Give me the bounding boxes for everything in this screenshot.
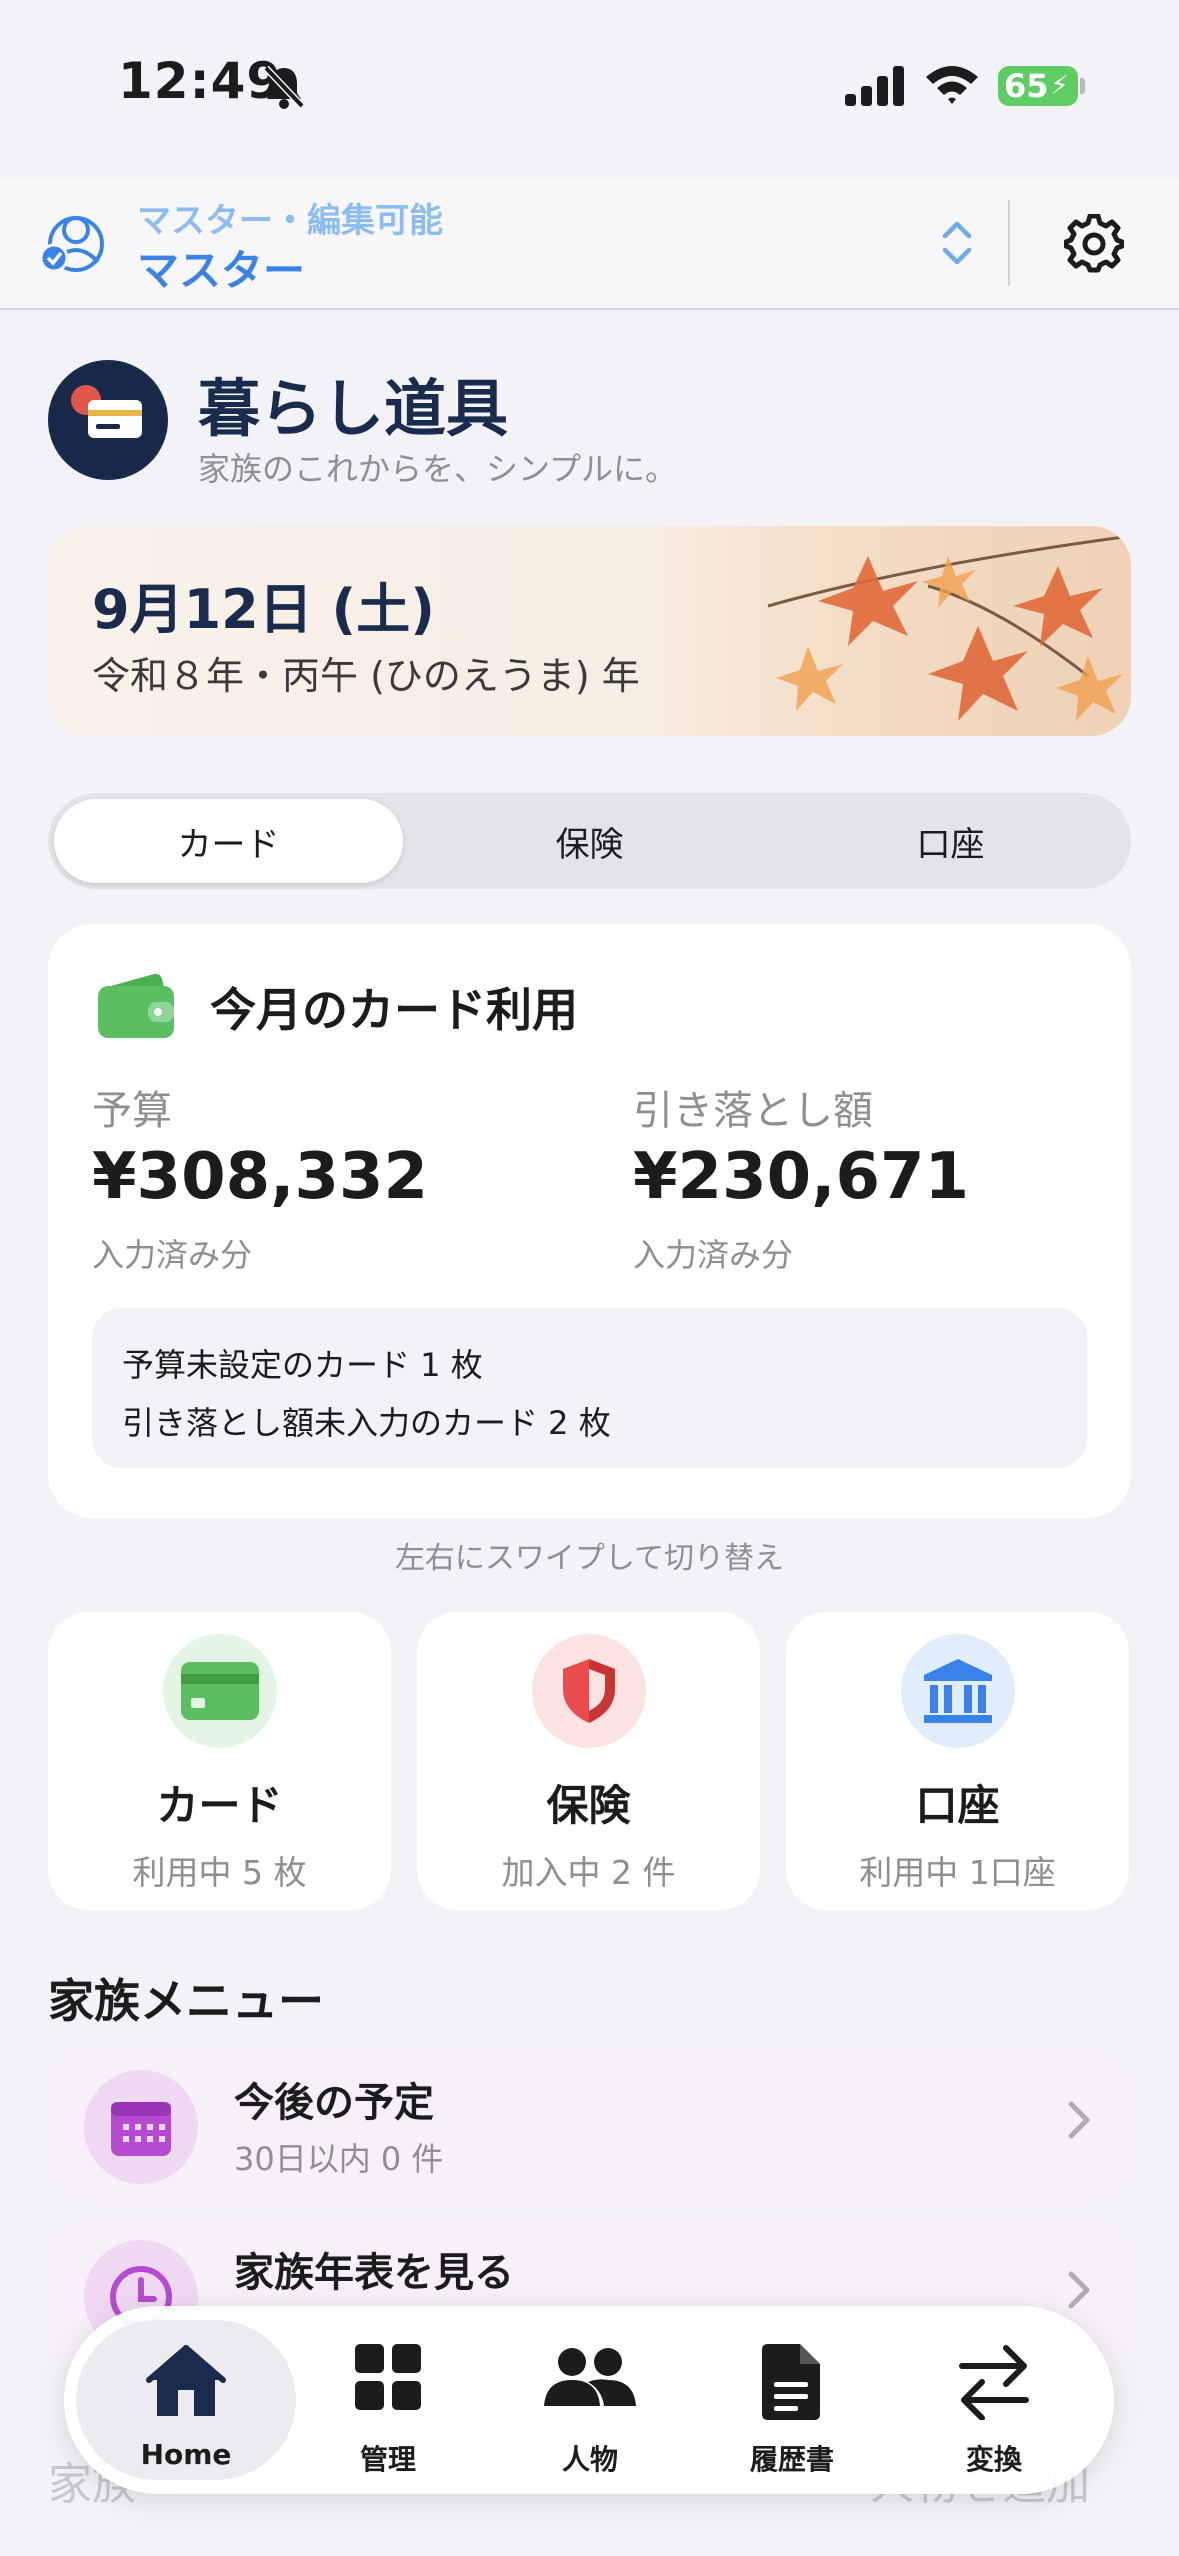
menu-upcoming-schedule[interactable]: 今後の予定 30日以内 0 件 <box>48 2048 1131 2204</box>
debit-note: 入力済み分 <box>633 1236 794 1274</box>
app-tagline: 家族のこれからを、シンプルに。 <box>198 450 678 488</box>
mode-subtitle: マスター・編集可能 <box>137 201 443 241</box>
family-menu-title: 家族メニュー <box>48 1974 324 2028</box>
calendar-icon-bg <box>84 2070 198 2184</box>
tile-account-count: 利用中 1口座 <box>859 1853 1056 1892</box>
chevron-right-icon <box>1068 2101 1090 2139</box>
arrows-icon <box>959 2345 1029 2420</box>
people-icon <box>544 2348 636 2406</box>
alert-no-debit: 引き落とし額未入力のカード 2 枚 <box>122 1404 611 1442</box>
app-title: 暮らし道具 <box>198 372 509 445</box>
tab-manage[interactable]: 管理 <box>288 2306 488 2494</box>
charging-bolt-icon: ⚡ <box>1050 71 1069 101</box>
bank-icon <box>924 1659 992 1723</box>
tile-card-count: 利用中 5 枚 <box>132 1853 307 1892</box>
tab-resume[interactable]: 履歴書 <box>692 2306 892 2494</box>
mode-title[interactable]: マスター <box>137 237 305 298</box>
app-logo <box>48 360 168 480</box>
segment-account[interactable]: 口座 <box>776 799 1125 883</box>
tab-bar: Home 管理 人物 履歴書 変換 <box>64 2306 1114 2494</box>
tile-card-label: カード <box>156 1781 283 1830</box>
gear-icon[interactable] <box>1064 214 1124 274</box>
wallet-icon <box>98 973 174 1038</box>
tab-convert[interactable]: 変換 <box>894 2306 1094 2494</box>
status-time: 12:49 <box>118 52 283 110</box>
budget-note: 入力済み分 <box>92 1236 253 1274</box>
bell-slash-icon <box>263 65 305 109</box>
wifi-icon <box>926 66 978 104</box>
tab-resume-label: 履歴書 <box>749 2443 834 2476</box>
card-alert-box <box>92 1308 1087 1468</box>
grid-icon <box>355 2344 421 2410</box>
tab-people[interactable]: 人物 <box>490 2306 690 2494</box>
chevron-up-down-icon[interactable] <box>940 218 974 268</box>
card-logo-icon <box>71 385 142 438</box>
credit-card-icon <box>181 1662 259 1720</box>
tile-account-icon-bg <box>901 1634 1015 1748</box>
battery-level: 65 <box>1004 67 1049 105</box>
debit-label: 引き落とし額 <box>633 1088 873 1134</box>
era-year: 令和８年・丙午 (ひのえうま) 年 <box>92 654 640 698</box>
cellular-signal-icon <box>845 66 904 106</box>
budget-amount: ¥308,332 <box>92 1140 429 1214</box>
alert-no-budget: 予算未設定のカード 1 枚 <box>122 1346 483 1384</box>
tab-manage-label: 管理 <box>359 2443 416 2476</box>
card-usage-title: 今月のカード利用 <box>210 983 578 1037</box>
upcoming-schedule-count: 30日以内 0 件 <box>234 2140 444 2178</box>
family-timeline-title: 家族年表を見る <box>234 2250 514 2296</box>
segment-insurance[interactable]: 保険 <box>415 799 764 883</box>
category-segmented-control: カード 保険 口座 <box>48 793 1131 889</box>
tab-convert-label: 変換 <box>965 2443 1022 2476</box>
tile-account-label: 口座 <box>915 1781 1000 1830</box>
upcoming-schedule-title: 今後の予定 <box>234 2080 434 2126</box>
segment-card[interactable]: カード <box>54 799 403 883</box>
header-divider <box>1008 200 1010 286</box>
tile-insurance[interactable]: 保険 加入中 2 件 <box>417 1612 760 1910</box>
shield-icon <box>563 1659 615 1723</box>
date-title: 9月12日 (土) <box>92 578 435 641</box>
home-icon <box>146 2345 226 2416</box>
tile-card[interactable]: カード 利用中 5 枚 <box>48 1612 391 1910</box>
debit-amount: ¥230,671 <box>633 1140 970 1214</box>
chevron-right-icon <box>1068 2271 1090 2309</box>
swipe-hint: 左右にスワイプして切り替え <box>394 1541 785 1576</box>
tile-card-icon-bg <box>163 1634 277 1748</box>
tab-home-label: Home <box>140 2438 232 2471</box>
user-mode-icon[interactable] <box>40 212 106 274</box>
tile-account[interactable]: 口座 利用中 1口座 <box>786 1612 1129 1910</box>
tile-insurance-icon-bg <box>532 1634 646 1748</box>
tile-insurance-count: 加入中 2 件 <box>501 1853 676 1892</box>
tab-people-label: 人物 <box>561 2443 618 2476</box>
battery-tip <box>1080 78 1085 94</box>
battery-indicator: 65 ⚡ <box>998 66 1078 106</box>
tab-home[interactable]: Home <box>86 2306 286 2494</box>
tile-insurance-label: 保険 <box>546 1781 631 1830</box>
budget-label: 予算 <box>92 1088 172 1134</box>
calendar-icon <box>111 2102 171 2156</box>
document-icon <box>762 2344 820 2420</box>
